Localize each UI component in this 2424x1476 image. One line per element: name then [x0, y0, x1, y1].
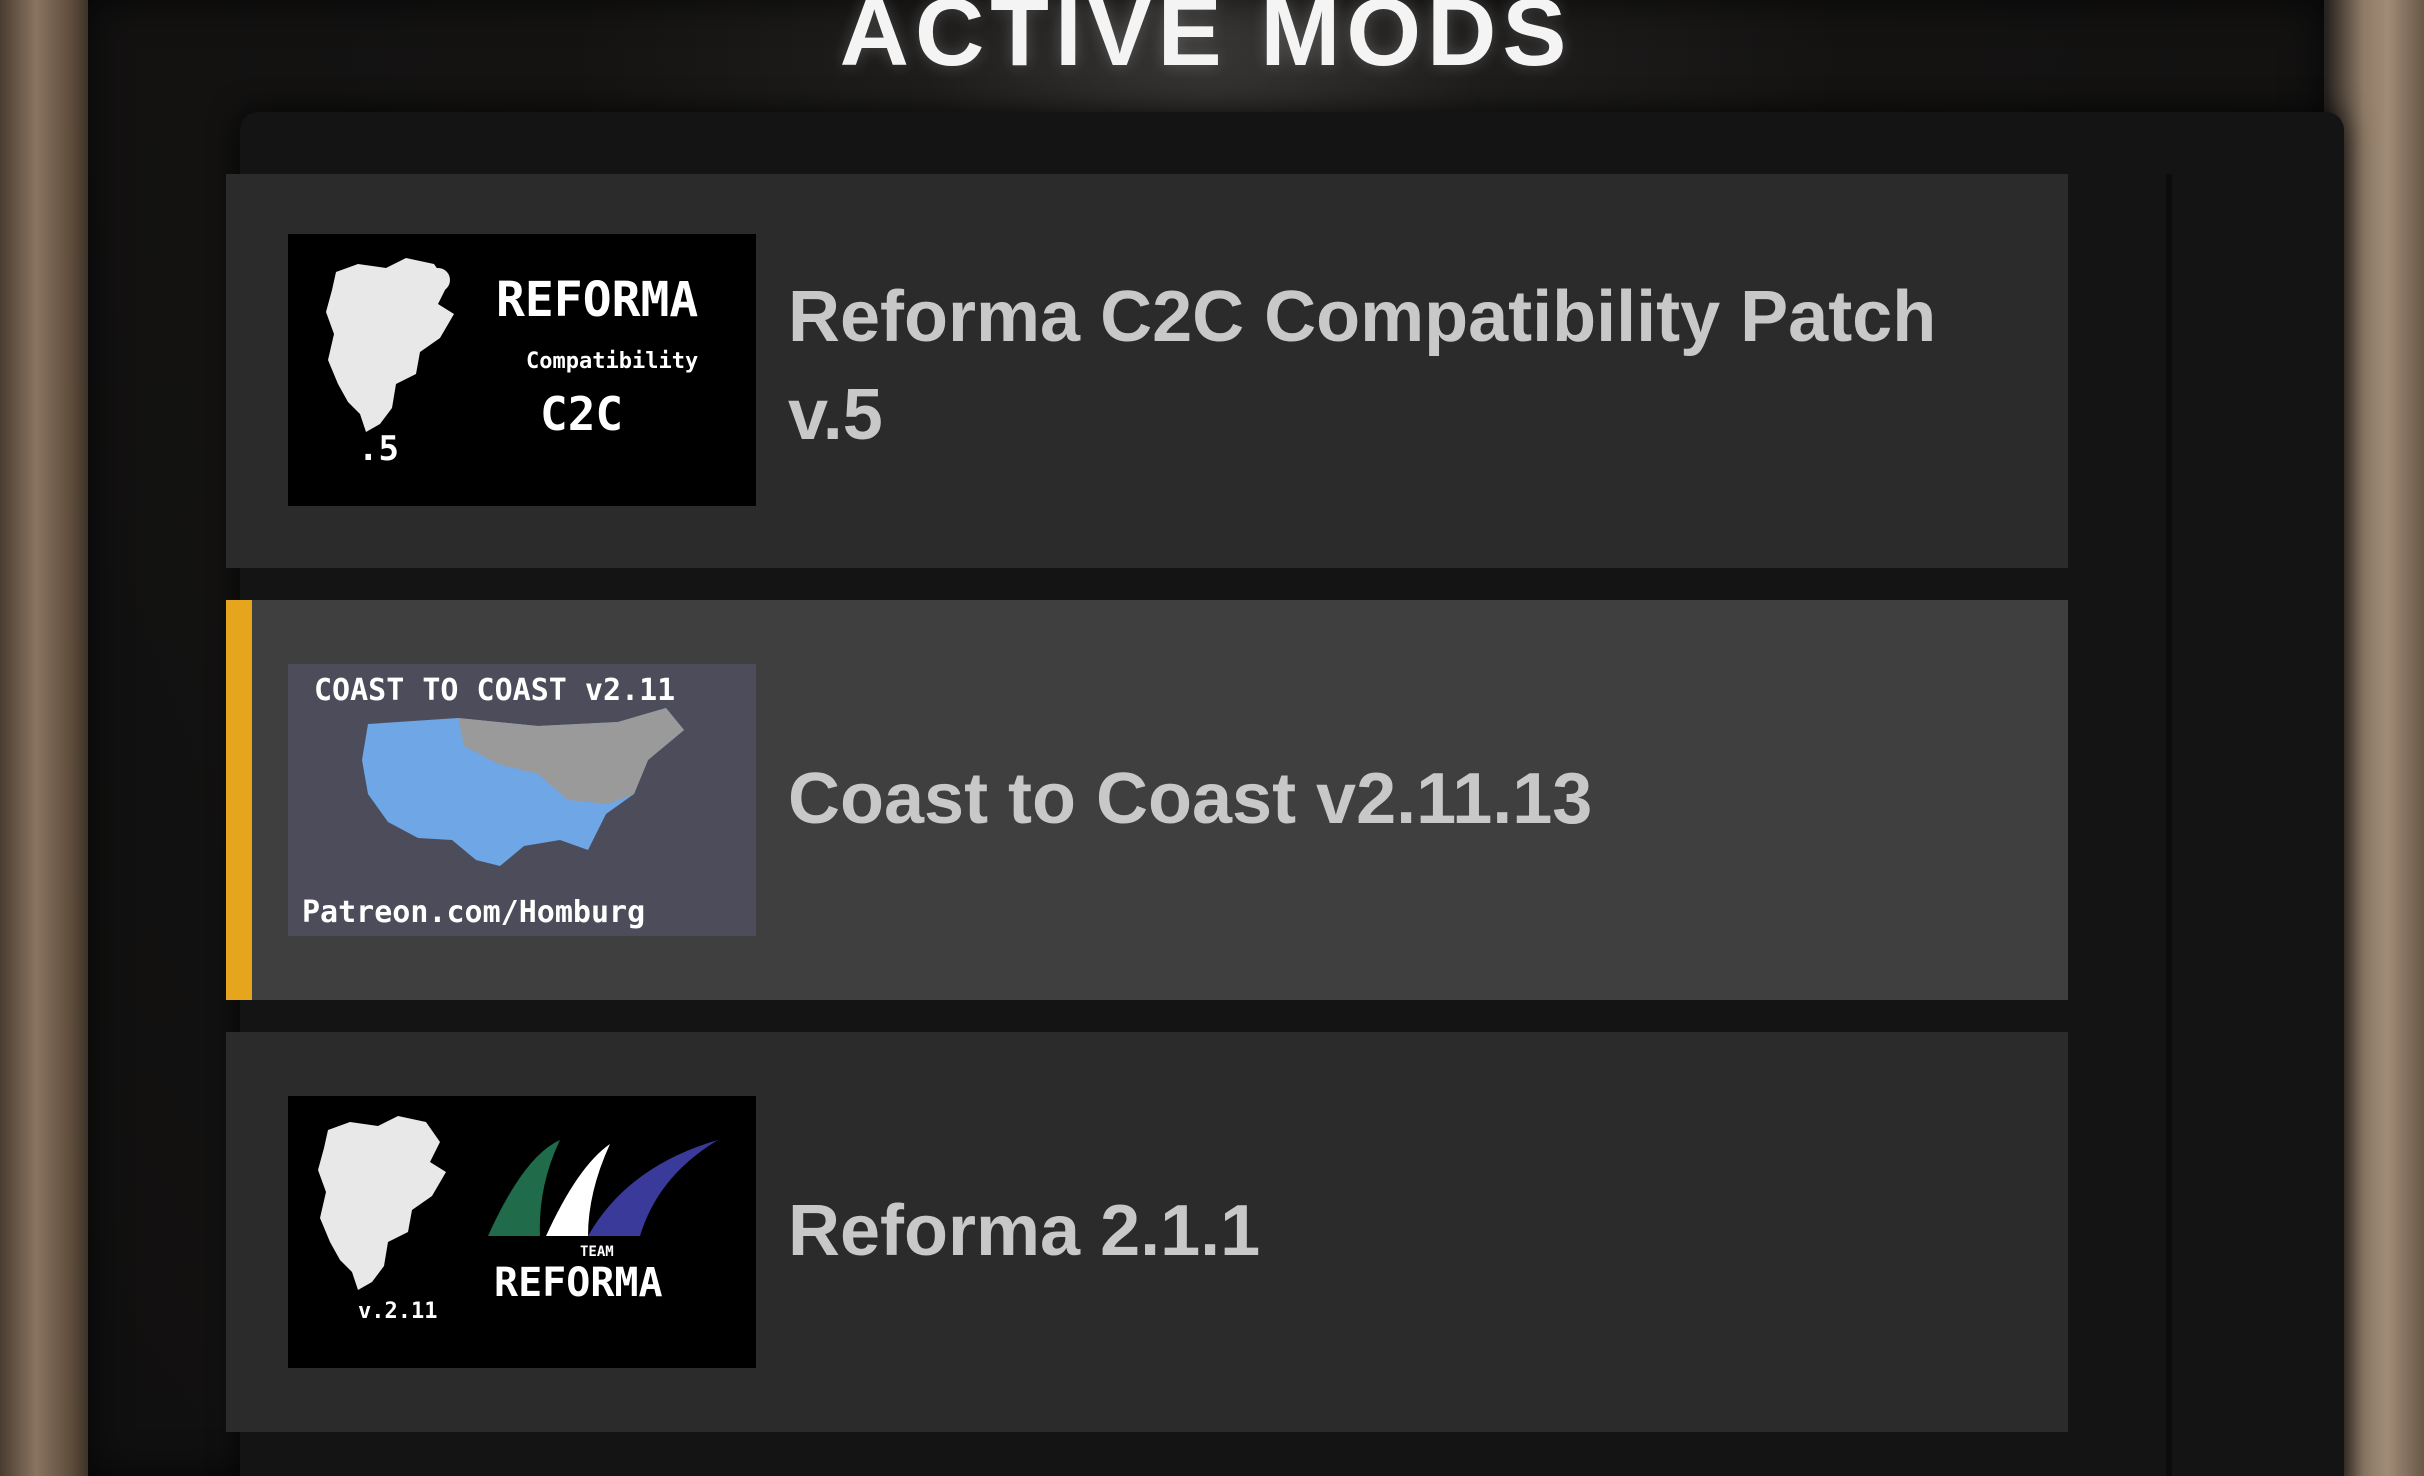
page-title: ACTIVE MODS — [839, 0, 1573, 86]
thumb-tag-text: C2C — [540, 387, 623, 441]
thumb-title-text: COAST TO COAST v2.11 — [314, 673, 675, 708]
coast-to-coast-logo: COAST TO COAST v2.11 Patreon.com/Homburg — [288, 664, 756, 936]
selected-indicator — [226, 600, 252, 1000]
thumb-footer-text: Patreon.com/Homburg — [302, 895, 645, 930]
mod-name: Coast to Coast v2.11.13 — [788, 759, 1593, 839]
thumb-brand-text: REFORMA — [496, 272, 698, 328]
mod-item-reforma[interactable]: TEAM REFORMA v.2.11 Reforma 2.1.1 — [226, 1032, 2068, 1432]
mod-thumbnail: COAST TO COAST v2.11 Patreon.com/Homburg — [288, 664, 756, 936]
thumb-subtitle-text: Compatibility — [526, 349, 698, 374]
reforma-logo: TEAM REFORMA v.2.11 — [288, 1096, 756, 1368]
mod-name: Reforma 2.1.1 — [788, 1191, 1261, 1271]
thumb-version-text: .5 — [358, 429, 399, 469]
reforma-c2c-logo: REFORMA Compatibility C2C .5 — [288, 234, 756, 506]
mod-thumbnail: TEAM REFORMA v.2.11 — [288, 1096, 756, 1368]
thumb-brand-text: REFORMA — [494, 1260, 663, 1306]
mods-list-scrollbar[interactable] — [2166, 174, 2172, 1476]
mod-item-coast-to-coast[interactable]: COAST TO COAST v2.11 Patreon.com/Homburg… — [226, 600, 2068, 1000]
mod-name: Reforma C2C Compatibility Patch v.5 — [788, 277, 1937, 455]
thumb-small-text: TEAM — [580, 1244, 614, 1260]
thumb-version-text: v.2.11 — [358, 1299, 437, 1324]
mod-thumbnail: REFORMA Compatibility C2C .5 — [288, 234, 756, 506]
mods-screen: ACTIVE MODS REFORMA Compatibility C2C .5… — [0, 0, 2424, 1476]
mod-item-reforma-c2c-patch[interactable]: REFORMA Compatibility C2C .5 Reforma C2C… — [226, 174, 2068, 568]
